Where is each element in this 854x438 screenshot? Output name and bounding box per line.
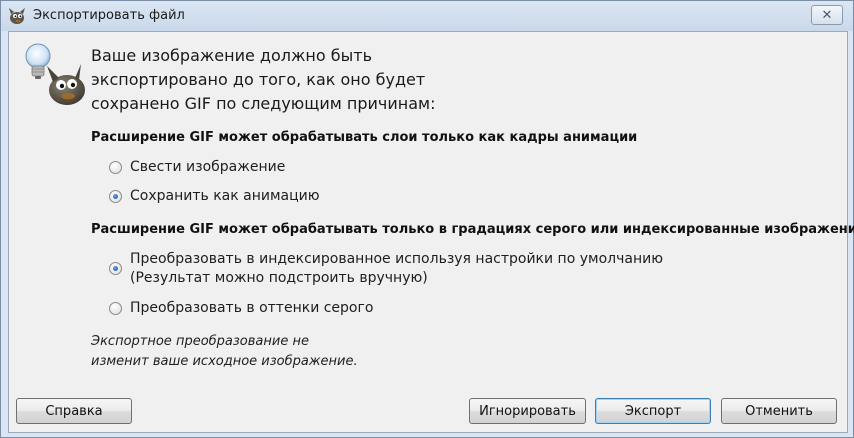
radio-grayscale-label: Преобразовать в оттенки серого — [130, 300, 374, 316]
intro-line-1: Ваше изображение должно быть — [91, 46, 372, 65]
export-note: Экспортное преобразование не изменит ваш… — [91, 332, 358, 372]
help-button-label: Справка — [45, 403, 103, 419]
cancel-button[interactable]: Отменить — [721, 398, 837, 424]
close-button[interactable]: ✕ — [811, 5, 843, 25]
radio-button-checked[interactable] — [109, 262, 122, 275]
help-button[interactable]: Справка — [16, 398, 132, 424]
radio-button-unchecked[interactable] — [109, 302, 122, 315]
close-icon: ✕ — [821, 7, 833, 23]
color-section-heading: Расширение GIF может обрабатывать только… — [91, 222, 854, 237]
dialog-content: Ваше изображение должно быть экспортиров… — [8, 31, 854, 433]
intro-line-2: экспортировано до того, как оно будет — [91, 70, 426, 89]
note-line-1: Экспортное преобразование не — [91, 334, 309, 349]
intro-line-3: сохранено GIF по следующим причинам: — [91, 94, 436, 113]
gimp-wilber-icon — [7, 7, 27, 25]
radio-indexed-sublabel: (Результат можно подстроить вручную) — [130, 270, 428, 286]
layers-section-heading: Расширение GIF может обрабатывать слои т… — [91, 130, 638, 145]
export-dialog-window: Экспортировать файл ✕ Ваше изображение д… — [0, 0, 854, 438]
title-bar[interactable]: Экспортировать файл ✕ — [1, 1, 853, 31]
radio-indexed-label: Преобразовать в индексированное использу… — [130, 251, 663, 267]
radio-convert-grayscale[interactable]: Преобразовать в оттенки серого — [109, 299, 373, 319]
radio-save-as-animation[interactable]: Сохранить как анимацию — [109, 187, 320, 207]
ignore-button-label: Игнорировать — [479, 403, 576, 419]
radio-button-unchecked[interactable] — [109, 161, 122, 174]
radio-flatten-image[interactable]: Свести изображение — [109, 158, 285, 178]
cancel-button-label: Отменить — [745, 403, 813, 419]
radio-flatten-label: Свести изображение — [130, 159, 286, 175]
ignore-button[interactable]: Игнорировать — [469, 398, 586, 424]
window-title: Экспортировать файл — [33, 8, 185, 23]
radio-button-checked[interactable] — [109, 190, 122, 203]
export-button-label: Экспорт — [624, 403, 682, 419]
radio-animation-label: Сохранить как анимацию — [130, 188, 320, 204]
note-line-2: изменит ваше исходное изображение. — [91, 354, 358, 369]
wilber-lightbulb-icon — [21, 40, 91, 112]
intro-message: Ваше изображение должно быть экспортиров… — [91, 44, 651, 116]
export-button[interactable]: Экспорт — [595, 398, 711, 424]
radio-convert-indexed[interactable]: Преобразовать в индексированное использу… — [109, 250, 663, 290]
